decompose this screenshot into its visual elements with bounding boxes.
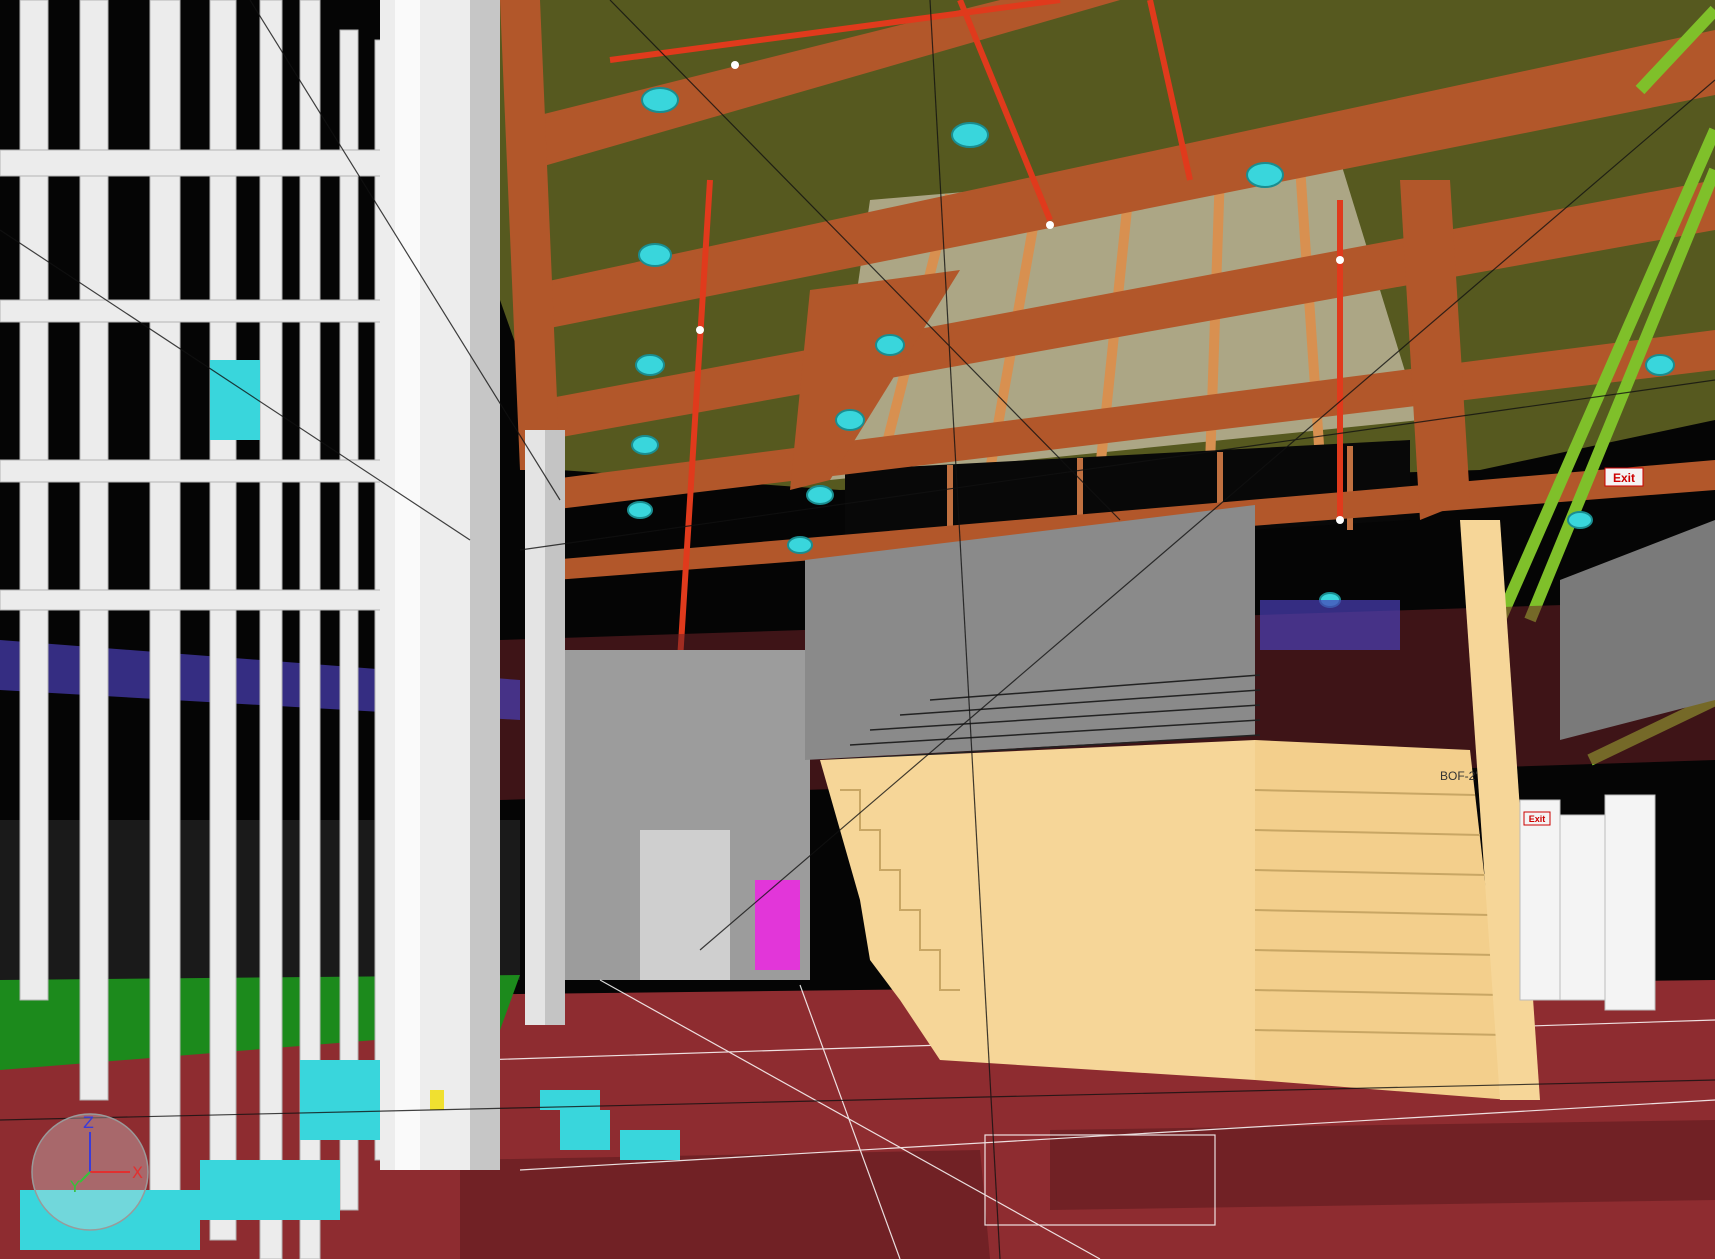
3d-scene[interactable]: Exit Exit BOF-2' (0, 0, 1715, 1259)
foreground-column (380, 0, 500, 1170)
purple-ductwork-right (1260, 600, 1400, 650)
axis-gizmo[interactable]: Z X Y (28, 1110, 153, 1235)
exit-sign-upper: Exit (1604, 467, 1644, 487)
z-label: Z (83, 1113, 94, 1132)
svg-text:Exit: Exit (1613, 471, 1635, 485)
level-tag: BOF-2' (1440, 769, 1478, 783)
x-label: X (132, 1163, 143, 1182)
doorway (640, 830, 730, 980)
magenta-panel (755, 880, 800, 970)
y-label: Y (69, 1177, 80, 1196)
exit-sign-lower: Exit (1523, 811, 1551, 826)
mid-column (525, 430, 565, 1025)
right-columns (1519, 794, 1656, 1011)
model-viewport[interactable]: Exit Exit BOF-2' Z X Y (0, 0, 1715, 1259)
svg-text:Exit: Exit (1529, 814, 1546, 824)
